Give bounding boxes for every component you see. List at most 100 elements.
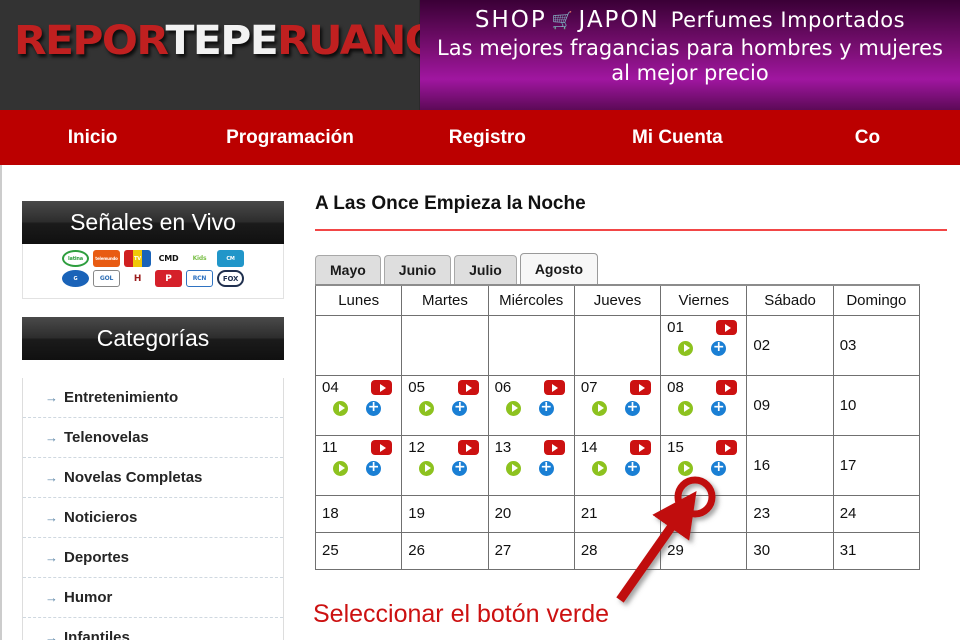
youtube-video-icon[interactable]: [630, 440, 652, 455]
blue-add-icon[interactable]: [366, 400, 382, 416]
sidebar-item-novelas-completas[interactable]: → Novelas Completas: [23, 458, 283, 498]
ad-line-3: al mejor precio: [611, 61, 769, 85]
calendar-day-cell-13: 13: [487, 434, 575, 496]
tab-julio[interactable]: Julio: [454, 255, 517, 284]
youtube-video-icon[interactable]: [371, 440, 393, 455]
blue-add-icon[interactable]: [624, 460, 640, 476]
channel-logo-global-tv[interactable]: G: [62, 270, 89, 287]
blue-add-icon[interactable]: [452, 400, 468, 416]
calendar-day-cell-26: 26: [401, 531, 489, 570]
green-play-icon[interactable]: [678, 340, 694, 356]
green-play-icon[interactable]: [505, 460, 521, 476]
calendar-day-number: 07: [580, 378, 598, 396]
sidebar-item-label: Infantiles: [64, 629, 130, 640]
ad-brand-shop: SHOP: [474, 7, 547, 33]
calendar-day-number: 04: [322, 378, 339, 396]
youtube-video-icon[interactable]: [543, 380, 565, 395]
blue-add-icon[interactable]: [538, 400, 554, 416]
calendar-day-cell-30: 30: [746, 531, 834, 570]
calendar-day-cell-11: 11: [314, 434, 403, 496]
nav-item-mi-cuenta[interactable]: Mi Cuenta: [580, 127, 775, 149]
nav-item-programacion[interactable]: Programación: [185, 127, 395, 149]
calendar-day-number: 08: [667, 378, 684, 396]
categories-list: → Entretenimiento → Telenovelas → Novelas C…: [22, 378, 284, 640]
calendar-day-number: 06: [494, 378, 512, 396]
youtube-video-icon[interactable]: [457, 380, 479, 395]
advertisement-banner[interactable]: SHOP 🛒 JAPON Perfumes Importados Las mej…: [420, 0, 960, 110]
nav-item-contacto[interactable]: Co: [775, 127, 960, 149]
blue-add-icon[interactable]: [452, 460, 468, 476]
blue-add-icon[interactable]: [538, 460, 554, 476]
green-play-icon[interactable]: [678, 400, 694, 416]
green-play-icon[interactable]: [591, 460, 607, 476]
calendar-day-cell-23: 23: [746, 494, 834, 533]
page-root: REPORTEPERUANO SHOP 🛒 JAPON Perfumes Imp…: [0, 0, 960, 640]
youtube-video-icon[interactable]: [716, 380, 738, 395]
page-body: Señales en Vivo latina telemundo TV CMD …: [0, 165, 960, 640]
calendar-day-number: 12: [408, 438, 425, 456]
page-title: A Las Once Empieza la Noche: [315, 193, 586, 214]
tab-mayo[interactable]: Mayo: [315, 255, 381, 284]
logo-part-3: RUANO: [277, 18, 441, 64]
logo-part-2: TEPE: [165, 18, 279, 64]
main-navigation: Inicio Programación Registro Mi Cuenta C…: [0, 110, 960, 165]
calendar-day-cell-04: 04: [314, 374, 403, 436]
green-play-icon[interactable]: [678, 460, 694, 476]
youtube-video-icon[interactable]: [543, 440, 565, 455]
green-play-icon[interactable]: [505, 400, 521, 416]
categories-header: Categorías: [22, 317, 284, 360]
tab-junio[interactable]: Junio: [383, 255, 452, 284]
youtube-video-icon[interactable]: [716, 440, 738, 455]
logo-part-1: REPOR: [14, 18, 167, 64]
weekday-header-lunes: Lunes: [314, 284, 403, 316]
green-play-icon[interactable]: [419, 460, 435, 476]
channel-logo-gol-tv[interactable]: GOL: [93, 270, 120, 287]
blue-add-icon[interactable]: [711, 460, 727, 476]
channel-logo-cmd[interactable]: CMD: [155, 250, 182, 267]
nav-item-registro[interactable]: Registro: [395, 127, 580, 149]
nav-item-inicio[interactable]: Inicio: [0, 127, 185, 149]
blue-add-icon[interactable]: [711, 340, 727, 356]
blue-add-icon[interactable]: [624, 400, 640, 416]
calendar-week-row: 01 0203: [314, 314, 921, 376]
youtube-video-icon[interactable]: [371, 380, 393, 395]
channel-logo-tv-peru[interactable]: TV: [124, 250, 151, 267]
sidebar-item-telenovelas[interactable]: → Telenovelas: [23, 418, 283, 458]
weekday-header-miercoles: Miércoles: [487, 284, 575, 316]
calendar-week-row: 18 19 20 21 22 23 24: [314, 494, 921, 533]
channel-logo-cable-mundo[interactable]: CM: [217, 250, 244, 267]
channel-logo-rcn[interactable]: RCN: [186, 270, 213, 287]
shopping-cart-icon: 🛒: [551, 11, 574, 31]
sidebar-item-noticieros[interactable]: → Noticieros: [23, 498, 283, 538]
channel-logo-history[interactable]: H: [124, 270, 151, 287]
green-play-icon[interactable]: [333, 460, 349, 476]
blue-add-icon[interactable]: [711, 400, 727, 416]
sidebar-item-humor[interactable]: → Humor: [23, 578, 283, 618]
green-play-icon[interactable]: [591, 400, 607, 416]
ad-brand-japon: JAPON: [578, 7, 660, 33]
sidebar-item-entretenimiento[interactable]: → Entretenimiento: [23, 378, 283, 418]
youtube-video-icon[interactable]: [457, 440, 479, 455]
youtube-video-icon[interactable]: [630, 380, 652, 395]
site-logo[interactable]: REPORTEPERUANO: [0, 0, 441, 110]
sidebar-item-deportes[interactable]: → Deportes: [23, 538, 283, 578]
channel-logo-discovery-kids[interactable]: Kids: [186, 250, 213, 267]
month-tabs: Mayo Junio Julio Agosto: [315, 253, 955, 284]
green-play-icon[interactable]: [333, 400, 349, 416]
youtube-video-icon[interactable]: [716, 320, 738, 335]
arrow-right-icon: →: [45, 430, 58, 445]
channel-logo-telemundo[interactable]: telemundo: [93, 250, 120, 267]
arrow-right-icon: →: [45, 630, 58, 640]
main-content: A Las Once Empieza la Noche Mayo Junio J…: [314, 193, 955, 570]
green-play-icon[interactable]: [419, 400, 435, 416]
weekday-header-martes: Martes: [401, 284, 489, 316]
channel-logo-fox[interactable]: FOX: [217, 270, 244, 287]
blue-add-icon[interactable]: [366, 460, 382, 476]
calendar-day-cell-08: 08: [660, 374, 748, 436]
channel-logo-latina[interactable]: latina: [62, 250, 89, 267]
tab-agosto[interactable]: Agosto: [519, 253, 599, 284]
sidebar-item-infantiles[interactable]: → Infantiles: [23, 618, 283, 640]
channel-logo-panamericana[interactable]: P: [155, 270, 182, 287]
calendar-day-cell-06: 06: [487, 374, 575, 436]
calendar-day-cell-03: 03: [832, 314, 921, 376]
